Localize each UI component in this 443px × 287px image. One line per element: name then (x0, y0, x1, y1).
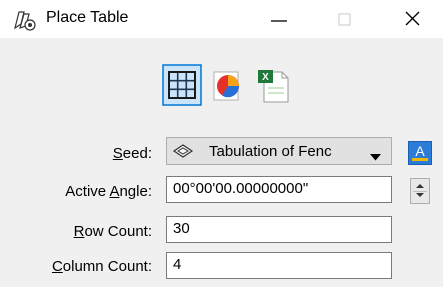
maximize-button[interactable] (322, 0, 368, 38)
minimize-icon (271, 20, 287, 22)
excel-file-icon: X (258, 70, 289, 103)
seed-label: Seed: (112, 145, 152, 162)
chart-mode-button[interactable] (208, 64, 248, 106)
text-style-icon: A (408, 141, 432, 165)
pie-chart-icon (213, 71, 240, 101)
placement-mode-toolbar: X (162, 64, 298, 108)
spin-up-icon[interactable] (416, 184, 424, 188)
maximize-icon (338, 13, 351, 26)
row-count-field[interactable]: 30 (166, 216, 392, 243)
spin-down-icon[interactable] (416, 193, 424, 197)
close-icon (405, 11, 420, 26)
active-angle-label: Active Angle: (65, 183, 152, 200)
active-angle-field[interactable]: 00°00'00.00000000" (166, 176, 392, 203)
minimize-button[interactable] (256, 0, 302, 38)
table-mode-button[interactable] (162, 64, 202, 106)
text-style-button[interactable]: A (408, 141, 432, 165)
column-count-field[interactable]: 4 (166, 252, 392, 279)
close-button[interactable] (390, 0, 436, 38)
excel-mode-button[interactable]: X (254, 64, 294, 106)
chevron-down-icon (370, 148, 381, 165)
seed-dropdown[interactable]: Tabulation of Fenc (166, 137, 392, 165)
svg-text:A: A (415, 143, 425, 159)
row-count-label: Row Count: (73, 223, 152, 240)
seed-icon (172, 142, 194, 164)
column-count-label: Column Count: (51, 258, 152, 275)
place-table-app-icon (12, 8, 38, 32)
title-bar: Place Table (0, 0, 443, 38)
angle-spinner[interactable] (410, 178, 430, 204)
seed-selected-value: Tabulation of Fenc (209, 143, 332, 160)
table-grid-icon (162, 64, 202, 106)
window-title: Place Table (46, 9, 129, 26)
spinner-divider (413, 191, 427, 192)
svg-text:X: X (262, 72, 269, 83)
